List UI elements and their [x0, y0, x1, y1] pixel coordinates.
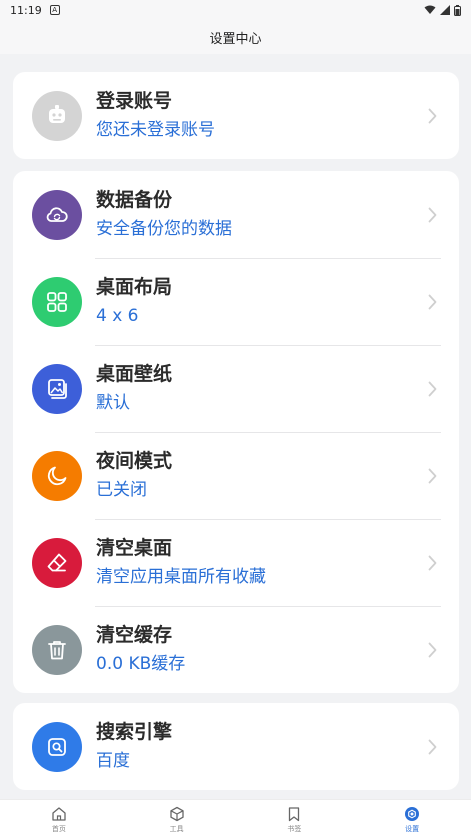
chevron-right-icon [428, 555, 437, 570]
wallpaper-row[interactable]: 桌面壁纸 默认 [13, 345, 459, 432]
backup-row[interactable]: 数据备份 安全备份您的数据 [13, 171, 459, 258]
clear-cache-title: 清空缓存 [96, 624, 173, 646]
chevron-right-icon [428, 294, 437, 309]
image-icon [32, 363, 82, 414]
layout-title: 桌面布局 [96, 276, 173, 298]
tab-settings-label: 设置 [405, 824, 420, 833]
tab-tools[interactable]: 工具 [118, 800, 236, 839]
tab-bookmarks-label: 书签 [287, 824, 302, 833]
search-engine-subtitle: 百度 [96, 751, 130, 771]
login-row[interactable]: 登录账号 您还未登录账号 [13, 72, 459, 159]
tab-home[interactable]: 首页 [0, 800, 118, 839]
cloud-sync-icon [32, 189, 82, 240]
moon-icon [32, 450, 82, 501]
grid-icon [32, 276, 82, 327]
wifi-icon [424, 5, 436, 14]
avatar-icon [32, 90, 82, 141]
tab-bookmarks[interactable]: 书签 [236, 800, 354, 839]
status-icons [424, 4, 461, 16]
layout-subtitle: 4 x 6 [96, 306, 139, 326]
chevron-right-icon [428, 642, 437, 657]
settings-icon [405, 806, 420, 821]
home-icon [52, 806, 66, 821]
title-bar: 设置中心 [0, 20, 471, 54]
search-engine-row[interactable]: 搜索引擎 百度 [13, 703, 459, 790]
search-engine-card: 搜索引擎 百度 [13, 703, 459, 790]
chevron-right-icon [428, 108, 437, 123]
trash-icon [32, 624, 82, 675]
status-bar: 11:19 A [0, 0, 471, 20]
battery-icon [454, 4, 461, 16]
status-time: 11:19 [10, 3, 42, 17]
login-subtitle: 您还未登录账号 [96, 120, 215, 140]
clear-cache-row[interactable]: 清空缓存 0.0 KB缓存 [13, 606, 459, 693]
sim-icon: A [49, 5, 60, 15]
cube-icon [169, 806, 184, 821]
backup-title: 数据备份 [96, 189, 173, 211]
backup-subtitle: 安全备份您的数据 [96, 219, 232, 239]
wallpaper-subtitle: 默认 [96, 393, 130, 413]
login-title: 登录账号 [96, 90, 173, 112]
search-icon [32, 721, 82, 772]
chevron-right-icon [428, 207, 437, 222]
clear-desktop-subtitle: 清空应用桌面所有收藏 [96, 567, 266, 587]
settings-card: 数据备份 安全备份您的数据 桌面布局 4 x 6 桌面壁纸 默认 夜间模式 已关… [13, 171, 459, 693]
night-mode-row[interactable]: 夜间模式 已关闭 [13, 432, 459, 519]
bottom-tab-bar: 首页 工具 书签 设置 [0, 799, 471, 839]
tab-tools-label: 工具 [169, 824, 184, 833]
layout-row[interactable]: 桌面布局 4 x 6 [13, 258, 459, 345]
night-mode-title: 夜间模式 [96, 450, 173, 472]
night-mode-subtitle: 已关闭 [96, 480, 147, 500]
signal-icon [440, 5, 450, 15]
bookmark-icon [289, 806, 300, 821]
chevron-right-icon [428, 381, 437, 396]
clear-desktop-row[interactable]: 清空桌面 清空应用桌面所有收藏 [13, 519, 459, 606]
clear-desktop-title: 清空桌面 [96, 537, 173, 559]
clear-cache-subtitle: 0.0 KB缓存 [96, 654, 186, 674]
chevron-right-icon [428, 468, 437, 483]
login-card: 登录账号 您还未登录账号 [13, 72, 459, 159]
page-title: 设置中心 [209, 31, 262, 47]
tab-settings[interactable]: 设置 [353, 800, 471, 839]
chevron-right-icon [428, 739, 437, 754]
wallpaper-title: 桌面壁纸 [96, 363, 173, 385]
tab-home-label: 首页 [51, 824, 66, 833]
eraser-icon [32, 537, 82, 588]
search-engine-title: 搜索引擎 [96, 721, 173, 743]
